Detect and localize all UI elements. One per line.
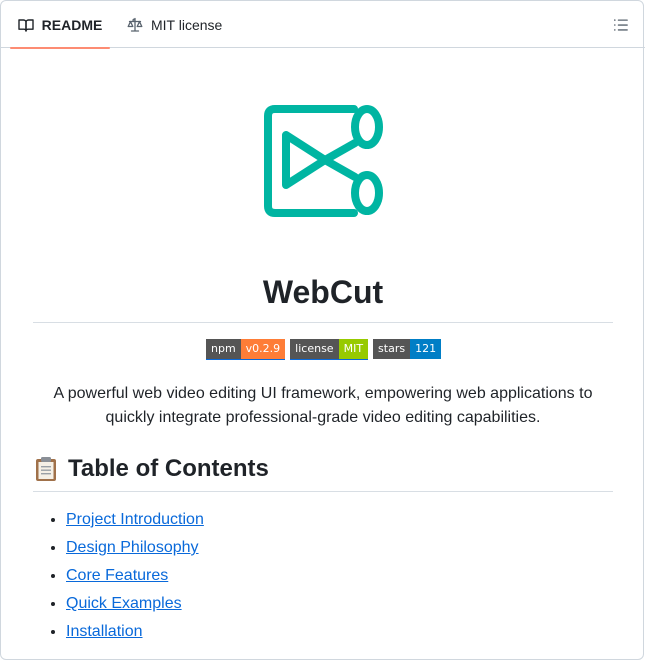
npm-badge-label: npm bbox=[206, 339, 241, 359]
npm-badge-value: v0.2.9 bbox=[240, 339, 286, 359]
readme-description: A powerful web video editing UI framewor… bbox=[53, 385, 593, 426]
list-item: Project Introduction bbox=[66, 506, 204, 534]
list-item: Quick Examples bbox=[66, 590, 204, 618]
tab-bar: README MIT license bbox=[1, 1, 645, 49]
list-item: Design Philosophy bbox=[66, 534, 204, 562]
readme-title: WebCut bbox=[262, 274, 384, 310]
list-item: Installation bbox=[66, 618, 204, 646]
license-badge-value: MIT bbox=[338, 339, 369, 359]
webcut-logo-icon bbox=[263, 105, 385, 222]
npm-badge[interactable]: npm v0.2.9 bbox=[206, 339, 286, 360]
toc-heading: Table of Contents bbox=[33, 452, 613, 486]
tab-readme[interactable]: README bbox=[10, 1, 110, 49]
toc-divider bbox=[33, 491, 613, 492]
book-icon bbox=[17, 17, 34, 33]
toc-link-installation[interactable]: Installation bbox=[66, 623, 143, 640]
scale-icon bbox=[127, 17, 143, 33]
tab-license[interactable]: MIT license bbox=[119, 1, 230, 48]
outline-button[interactable] bbox=[611, 15, 631, 35]
list-item: Core Features bbox=[66, 562, 204, 590]
toc-link-core-features[interactable]: Core Features bbox=[66, 567, 168, 584]
toc-list: Project Introduction Design Philosophy C… bbox=[33, 506, 204, 646]
toc-link-project-introduction[interactable]: Project Introduction bbox=[66, 511, 204, 528]
tab-license-label: MIT license bbox=[151, 16, 223, 33]
license-badge-label: license bbox=[290, 339, 339, 359]
badge-row: npm v0.2.9 license MIT stars 121 bbox=[206, 339, 442, 360]
tab-readme-label: README bbox=[41, 16, 103, 33]
list-outline-icon bbox=[613, 17, 629, 33]
license-badge[interactable]: license MIT bbox=[290, 339, 369, 360]
title-divider bbox=[33, 322, 613, 323]
clipboard-icon bbox=[33, 456, 59, 482]
toc-link-quick-examples[interactable]: Quick Examples bbox=[66, 595, 182, 612]
readme-panel: README MIT license WebCut npm v0.2.9 lic… bbox=[0, 0, 645, 660]
stars-badge-label: stars bbox=[373, 339, 411, 359]
toc-link-design-philosophy[interactable]: Design Philosophy bbox=[66, 539, 199, 556]
stars-badge[interactable]: stars 121 bbox=[373, 339, 442, 360]
toc-heading-text: Table of Contents bbox=[68, 455, 269, 482]
stars-badge-value: 121 bbox=[410, 339, 442, 359]
